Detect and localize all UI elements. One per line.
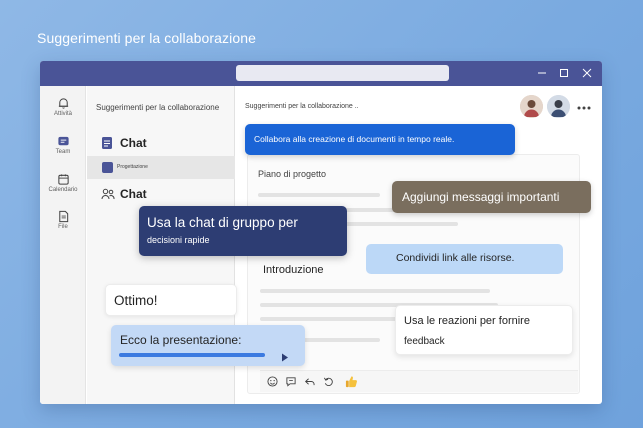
callout-title: Usa la chat di gruppo per [147,215,298,230]
list-item-selected[interactable]: Progettazione [87,156,235,179]
list-chat-label: Chat [120,136,147,150]
minimize-icon[interactable] [535,66,549,80]
message-presentazione: Ecco la presentazione: [111,325,305,366]
emoji-icon[interactable] [267,376,278,387]
maximize-icon[interactable] [557,66,571,80]
bell-icon [58,98,68,109]
file-icon [58,210,68,223]
message-text: Ottimo! [114,293,158,308]
conversation-title: Suggerimenti per la collaborazione .. [245,103,359,110]
callout-subtitle: decisioni rapide [147,235,210,245]
callout-aggiungi: Aggiungi messaggi importanti [392,181,591,213]
list-chat-label-2: Chat [120,187,147,201]
list-header: Suggerimenti per la collaborazione [96,103,220,112]
undo-icon[interactable] [323,376,334,387]
callout-reazioni: Usa le reazioni per fornire feedback [395,305,573,355]
channel-avatar [102,162,113,173]
rail-label: Team [55,149,71,155]
callout-title: Usa le reazioni per fornire [404,315,530,327]
cursor-icon [282,353,288,362]
callout-text: Condividi link alle risorse. [396,252,515,264]
rail-label: Calendario [48,187,78,193]
list-item-label: Progettazione [117,164,148,170]
hero-title: Suggerimenti per la collaborazione [37,30,256,46]
callout-chat-gruppo: Usa la chat di gruppo per decisioni rapi… [139,206,347,256]
calendar-icon [57,174,69,185]
text-line [258,193,380,197]
rail-item-files[interactable]: File [40,210,86,230]
callout-text: Collabora alla creazione di documenti in… [254,134,455,144]
text-line [260,289,490,293]
text-line [260,317,410,321]
avatar[interactable] [547,95,570,118]
message-text: Ecco la presentazione: [120,333,242,347]
thumbs-up-icon[interactable] [345,375,358,388]
avatar[interactable] [520,95,543,118]
reaction-bar [260,370,578,392]
app-rail: Attività Team Calendario File [40,86,86,404]
comment-icon[interactable] [285,376,297,387]
callout-collabora: Collabora alla creazione di documenti in… [245,124,515,155]
document-icon [102,137,112,149]
rail-item-calendar[interactable]: Calendario [40,173,86,193]
more-options-icon[interactable] [576,100,592,110]
document-title: Piano di progetto [258,169,327,179]
chat-icon [57,136,69,146]
callout-text: Aggiungi messaggi importanti [402,190,560,204]
callout-condividi: Condividi link alle risorse. [366,244,563,274]
people-icon [101,188,115,200]
message-ottimo: Ottimo! [105,284,237,316]
reply-icon[interactable] [304,376,315,387]
search-bar[interactable] [236,65,449,81]
rail-label: File [58,224,68,230]
document-section-heading: Introduzione [263,264,324,276]
rail-item-team[interactable]: Team [40,135,86,155]
callout-subtitle: feedback [404,336,445,347]
rail-item-activity[interactable]: Attività [40,97,86,117]
rail-label: Attività [53,111,72,117]
attachment-bar [119,353,265,357]
title-bar [40,61,602,86]
close-icon[interactable] [580,66,594,80]
